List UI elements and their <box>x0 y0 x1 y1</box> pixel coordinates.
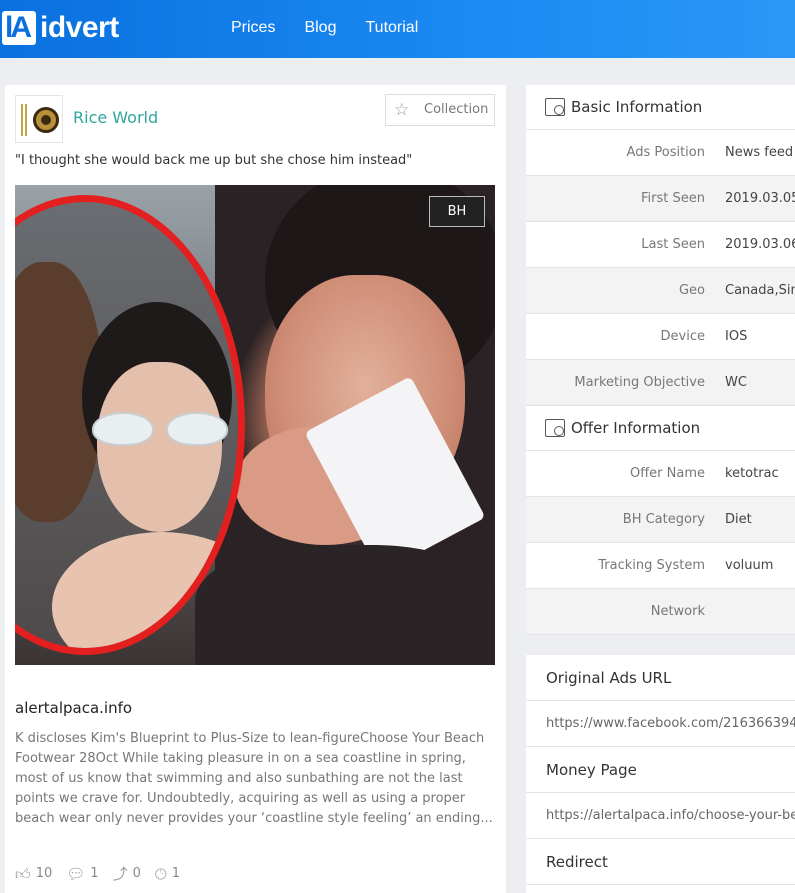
basic-info-title: Basic Information <box>571 98 703 116</box>
info-row-ads-position: Ads Position News feed <box>526 130 795 176</box>
shares-stat: ⤴ 0 <box>113 865 141 883</box>
original-ads-url-title: Original Ads URL <box>526 655 795 701</box>
info-value: WC <box>725 375 747 390</box>
info-label: First Seen <box>641 191 705 206</box>
ad-description: K discloses Kim's Blueprint to Plus-Size… <box>15 731 493 826</box>
time-stat: 🕒︎ 1 <box>155 865 180 883</box>
comments-count: 1 <box>90 866 99 881</box>
top-navigation-bar: lA idvert Prices Blog Tutorial <box>0 0 795 58</box>
comment-icon: 💬︎ <box>66 865 86 883</box>
info-label: BH Category <box>622 512 705 527</box>
shares-count: 0 <box>132 866 141 881</box>
nav-link-tutorial[interactable]: Tutorial <box>365 16 418 40</box>
info-label: Offer Name <box>629 466 705 481</box>
logo-text: idvert <box>40 11 119 44</box>
likes-count: 10 <box>35 866 53 881</box>
star-icon: ☆ <box>394 100 410 120</box>
money-page-link[interactable]: https://alertalpaca.info/choose-your-bea <box>526 793 795 839</box>
thumbs-up-icon: 👍︎ <box>15 865 31 883</box>
info-label: Network <box>650 604 705 619</box>
offer-info-title: Offer Information <box>571 419 701 437</box>
url-panel: Original Ads URL https://www.facebook.co… <box>526 655 795 893</box>
nav-link-prices[interactable]: Prices <box>231 16 275 40</box>
image-sunglasses <box>92 412 232 448</box>
time-count: 1 <box>171 866 181 881</box>
info-panel: Basic Information Ads Position News feed… <box>526 85 795 635</box>
ad-creative-image[interactable]: BH <box>15 185 495 665</box>
info-row-tracking-system: Tracking System voluum <box>526 543 795 589</box>
info-row-bh-category: BH Category Diet <box>526 497 795 543</box>
money-page-title: Money Page <box>526 747 795 793</box>
offer-info-header: Offer Information <box>526 406 795 451</box>
info-row-last-seen: Last Seen 2019.03.06 <box>526 222 795 268</box>
info-label: Device <box>660 329 705 344</box>
original-ads-url-link[interactable]: https://www.facebook.com/2163663947C <box>526 701 795 747</box>
image-red-circle-inset <box>15 195 245 655</box>
avatar-logo-bars <box>21 104 27 136</box>
main-nav: Prices Blog Tutorial <box>231 16 447 40</box>
likes-stat: 👍︎ 10 <box>15 865 52 883</box>
share-icon: ⤴ <box>112 865 128 883</box>
image-shoulder <box>52 532 238 648</box>
site-logo[interactable]: lA idvert <box>2 9 119 47</box>
avatar-logo-dot <box>41 115 51 125</box>
ad-domain[interactable]: alertalpaca.info <box>15 697 132 719</box>
engagement-stats: 👍︎ 10 💬︎ 1 ⤴ 0 🕒︎ 1 <box>15 865 194 883</box>
page-name-link[interactable]: Rice World <box>73 107 158 129</box>
info-row-network: Network <box>526 589 795 635</box>
info-value: 2019.03.06 <box>725 237 795 252</box>
info-value: voluum <box>725 558 774 573</box>
redirect-title: Redirect <box>526 839 795 885</box>
collection-label: Collection <box>424 102 489 117</box>
info-label: Last Seen <box>641 237 705 252</box>
info-row-geo: Geo Canada,Sing <box>526 268 795 314</box>
nav-link-blog[interactable]: Blog <box>304 16 336 40</box>
info-value: 2019.03.05 <box>725 191 795 206</box>
clock-icon: 🕒︎ <box>154 865 167 883</box>
info-row-offer-name: Offer Name ketotrac <box>526 451 795 497</box>
image-sweater <box>195 545 495 665</box>
info-row-device: Device IOS <box>526 314 795 360</box>
info-label: Tracking System <box>598 558 705 573</box>
bh-badge: BH <box>429 196 485 227</box>
logo-icon: lA <box>2 11 36 45</box>
comments-stat: 💬︎ 1 <box>66 865 98 883</box>
offer-info-icon <box>545 419 565 437</box>
basic-info-header: Basic Information <box>526 85 795 130</box>
info-value: Canada,Sing <box>725 283 795 298</box>
page-avatar[interactable] <box>15 95 63 143</box>
ad-caption: "I thought she would back me up but she … <box>15 153 413 168</box>
info-value: IOS <box>725 329 748 344</box>
ads-info-icon <box>545 98 565 116</box>
info-label: Marketing Objective <box>574 375 705 390</box>
info-label: Ads Position <box>626 145 705 160</box>
info-value: News feed <box>725 145 794 160</box>
collection-button[interactable]: ☆ Collection <box>385 94 495 126</box>
info-value: Diet <box>725 512 752 527</box>
info-row-first-seen: First Seen 2019.03.05 <box>526 176 795 222</box>
ad-card: Rice World ☆ Collection "I thought she w… <box>5 85 506 893</box>
info-row-marketing-objective: Marketing Objective WC <box>526 360 795 406</box>
info-value: ketotrac <box>725 466 779 481</box>
info-label: Geo <box>678 283 705 298</box>
